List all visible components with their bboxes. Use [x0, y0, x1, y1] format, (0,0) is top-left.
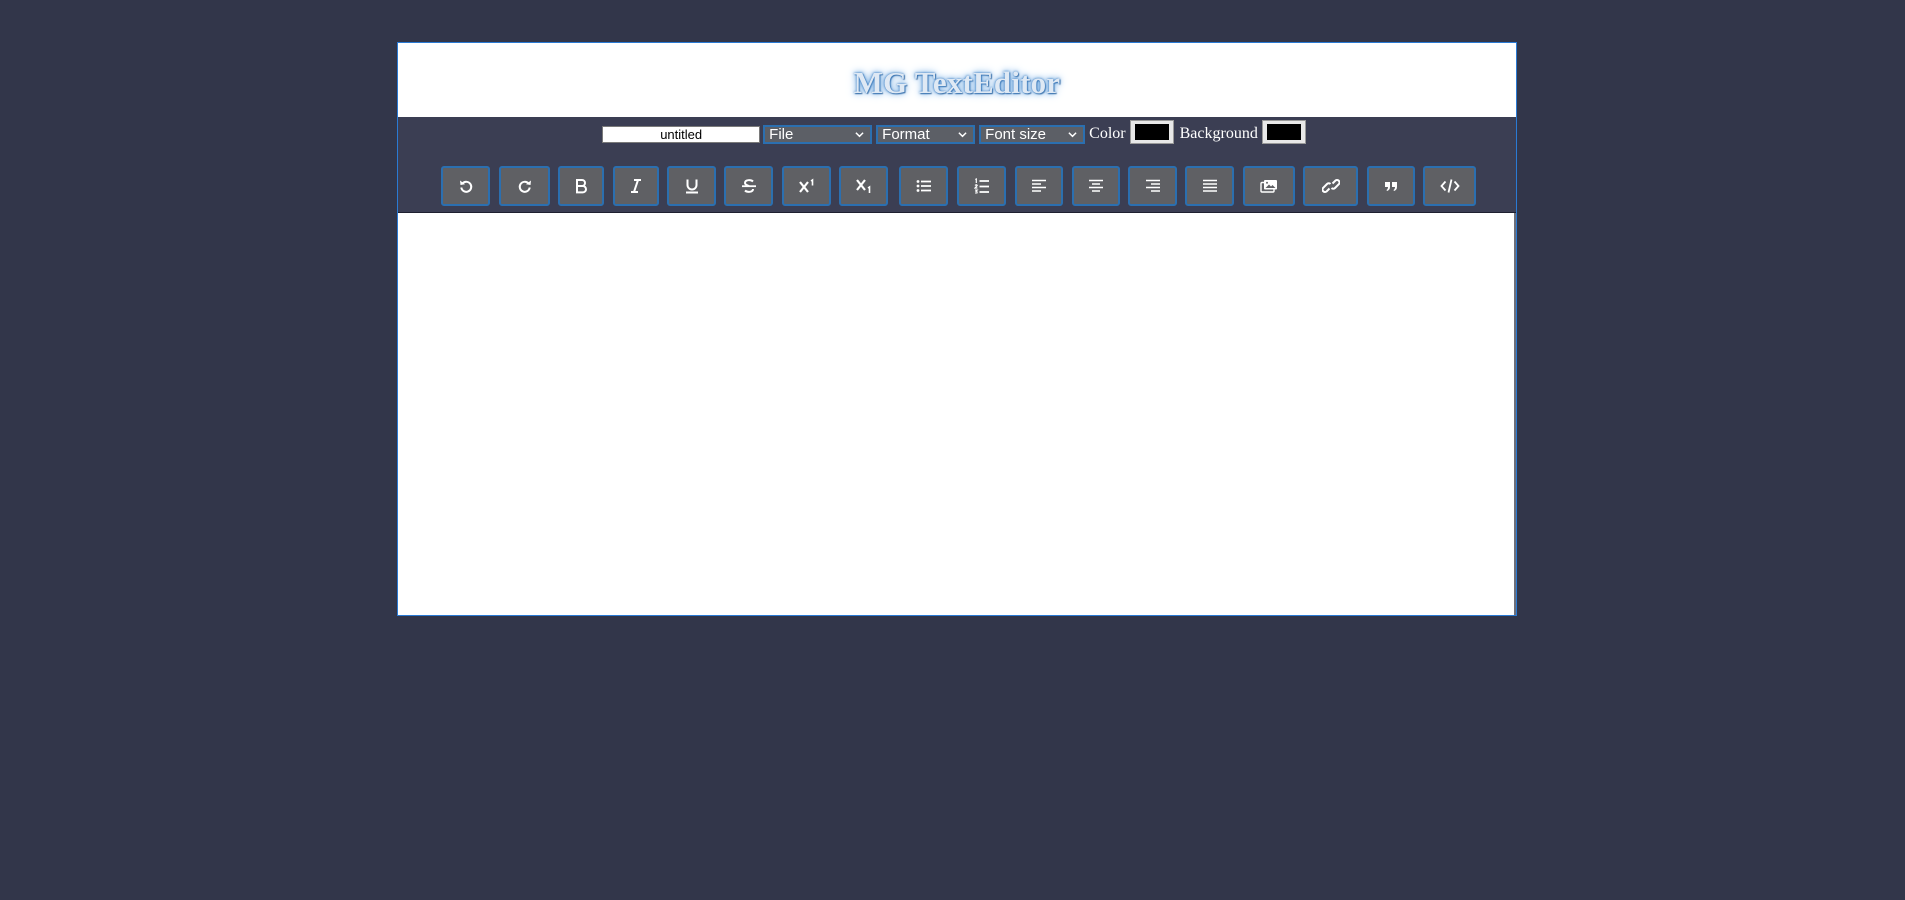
subscript-icon	[855, 179, 870, 193]
app-title: MG TextEditor	[853, 65, 1061, 100]
bulleted-list-button[interactable]	[899, 166, 948, 206]
images-icon	[1260, 180, 1277, 193]
align-left-icon	[1032, 179, 1046, 192]
background-color-picker[interactable]	[1261, 120, 1306, 144]
justify-button[interactable]	[1185, 166, 1234, 206]
chevron-down-icon	[958, 131, 967, 137]
background-label: Background	[1179, 125, 1258, 142]
strikethrough-button[interactable]	[724, 166, 773, 206]
color-label: Color	[1089, 125, 1126, 142]
align-center-button[interactable]	[1072, 166, 1120, 206]
bold-button[interactable]	[558, 166, 604, 206]
text-editor: MG TextEditor File Format Font size Colo…	[397, 42, 1517, 616]
font-size-dropdown[interactable]: Font size	[979, 124, 1086, 144]
underline-icon	[685, 179, 698, 194]
undo-icon	[459, 180, 472, 193]
bold-icon	[576, 179, 587, 194]
editor-content-area[interactable]	[398, 213, 1516, 615]
align-center-icon	[1089, 179, 1103, 192]
font-size-dropdown-label: Font size	[985, 125, 1047, 143]
link-icon	[1321, 179, 1340, 193]
redo-button[interactable]	[499, 166, 550, 206]
toolbar: File Format Font size Color Background	[398, 117, 1516, 213]
file-dropdown-label: File	[769, 125, 794, 143]
chevron-down-icon	[1068, 131, 1077, 137]
text-color-swatch	[1134, 124, 1169, 140]
redo-icon	[518, 180, 531, 193]
insert-image-button[interactable]	[1243, 166, 1295, 206]
editor-header: MG TextEditor	[398, 43, 1516, 117]
code-icon	[1439, 179, 1460, 193]
italic-button[interactable]	[613, 166, 659, 206]
italic-icon	[631, 179, 641, 193]
format-dropdown[interactable]: Format	[876, 124, 976, 144]
undo-button[interactable]	[441, 166, 490, 206]
quote-icon	[1385, 182, 1397, 191]
align-justify-icon	[1202, 179, 1217, 192]
toolbar-row-buttons	[398, 151, 1516, 211]
numbered-list-icon	[973, 178, 989, 194]
bulleted-list-icon	[916, 180, 931, 192]
underline-button[interactable]	[667, 166, 716, 206]
chevron-down-icon	[855, 131, 864, 137]
subscript-button[interactable]	[839, 166, 888, 206]
align-right-icon	[1145, 179, 1160, 192]
background-color-swatch	[1266, 124, 1301, 140]
toolbar-row-controls: File Format Font size Color Background	[398, 117, 1516, 151]
blockquote-button[interactable]	[1367, 166, 1415, 206]
superscript-button[interactable]	[782, 166, 831, 206]
align-right-button[interactable]	[1128, 166, 1177, 206]
text-color-picker[interactable]	[1129, 120, 1174, 144]
strikethrough-icon	[741, 179, 756, 193]
file-dropdown[interactable]: File	[763, 124, 873, 144]
align-left-button[interactable]	[1015, 166, 1063, 206]
insert-link-button[interactable]	[1303, 166, 1358, 206]
numbered-list-button[interactable]	[957, 166, 1006, 206]
format-dropdown-label: Format	[882, 125, 930, 143]
filename-input[interactable]	[602, 125, 761, 143]
code-button[interactable]	[1423, 166, 1476, 206]
superscript-icon	[798, 178, 813, 193]
